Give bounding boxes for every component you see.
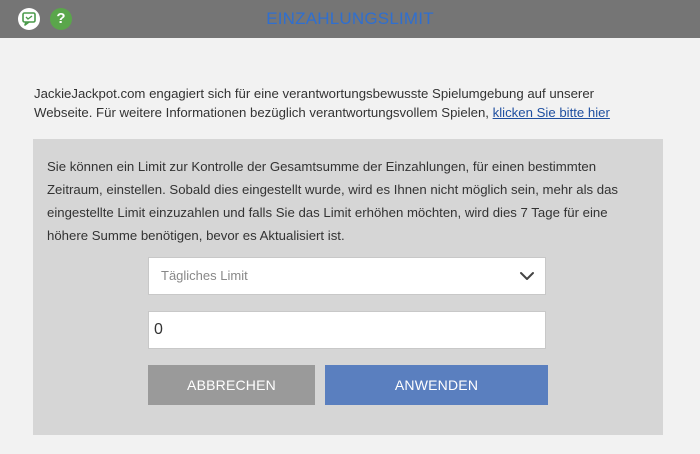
apply-button[interactable]: ANWENDEN <box>325 365 548 405</box>
dialog-header: ? EINZAHLUNGSLIMIT <box>0 0 700 38</box>
cancel-button[interactable]: ABBRECHEN <box>148 365 315 405</box>
limit-description: Sie können ein Limit zur Kontrolle der G… <box>47 159 619 243</box>
chevron-down-icon <box>520 272 534 280</box>
deposit-limit-dialog: ? EINZAHLUNGSLIMIT JackieJackpot.com eng… <box>0 0 700 454</box>
page-title: EINZAHLUNGSLIMIT <box>266 9 434 28</box>
limit-panel: Sie können ein Limit zur Kontrolle der G… <box>33 139 663 435</box>
limit-amount-input[interactable] <box>148 311 546 349</box>
intro-paragraph: JackieJackpot.com engagiert sich für ein… <box>34 84 654 122</box>
limit-period-value: Tägliches Limit <box>161 268 248 283</box>
limit-period-select[interactable]: Tägliches Limit <box>148 257 546 295</box>
responsible-gaming-link[interactable]: klicken Sie bitte hier <box>493 105 610 120</box>
